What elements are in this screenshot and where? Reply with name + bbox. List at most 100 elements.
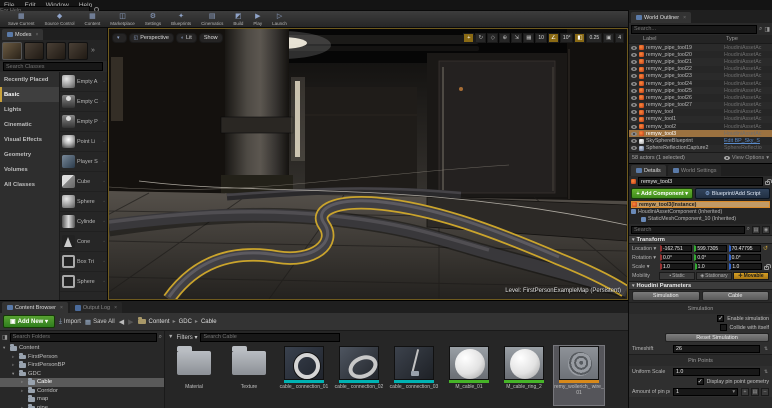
mode-category[interactable]: Volumes [0, 162, 59, 177]
visibility-eye-icon[interactable] [631, 124, 637, 129]
close-icon[interactable]: × [60, 305, 63, 311]
grid-snap-value[interactable]: 10 [535, 32, 547, 43]
scale-x-field[interactable]: 1.0 [660, 263, 693, 270]
placeable-actor-item[interactable]: Cube ◦ [60, 172, 107, 192]
add-pin-point-button[interactable]: + [741, 387, 749, 396]
amount-of-pin-points-dropdown[interactable]: 1 ▾ [673, 387, 738, 396]
toolbar-button[interactable]: ▦ Save Current [3, 11, 40, 27]
outliner-row[interactable]: remyw_tool3 HoudiniAssetAc [629, 130, 772, 138]
mobility-movable-button[interactable]: ✛ Movable [733, 272, 769, 280]
tab-world-outliner[interactable]: World Outliner × [631, 12, 691, 23]
toolbar-button[interactable]: ◆ Source Control [40, 11, 80, 27]
toolbar-button[interactable]: ◫ Marketplace [105, 11, 140, 27]
tab-details[interactable]: Details [631, 165, 666, 176]
expand-arrow-icon[interactable] [21, 379, 26, 385]
asset-tile[interactable]: cable_ connection_01 [279, 346, 329, 405]
asset-tile[interactable]: M_cable_01 [444, 346, 494, 405]
camera-speed-value[interactable]: 4 [615, 32, 624, 43]
outliner-row[interactable]: remyw_pipe_tool20 HoudiniAssetAc [629, 51, 772, 58]
placeable-actor-item[interactable]: Empty P ◦ [60, 112, 107, 132]
expand-arrow-icon[interactable] [12, 354, 17, 360]
visibility-eye-icon[interactable] [631, 74, 637, 79]
breadcrumb-gdc[interactable]: GDC [179, 319, 192, 325]
perspective-dropdown[interactable]: ◱ Perspective [128, 32, 174, 43]
toolbar-button[interactable]: ▦ Content [80, 11, 106, 27]
outliner-row[interactable]: remyw_tool1 HoudiniAssetAc [629, 115, 772, 124]
mobility-static-button[interactable]: ▪ Static [659, 272, 695, 280]
level-viewport[interactable]: ▾ ◱ Perspective ◐ Lit Show + ↻ ◇ ⊕ ⇲ ▦ 10 … [108, 28, 628, 300]
expand-arrow-icon[interactable] [3, 345, 8, 351]
placeable-actor-item[interactable]: Sphere ◦ [60, 192, 107, 212]
visibility-eye-icon[interactable] [631, 146, 637, 151]
tab-output-log[interactable]: Output Log × [69, 302, 123, 313]
visibility-eye-icon[interactable] [631, 131, 637, 136]
scale-label[interactable]: Scale ▾ [632, 264, 658, 270]
scale-snap-value[interactable]: 0.25 [586, 32, 603, 43]
component-row[interactable]: remyw_tool3(Instance) [631, 201, 770, 209]
placeable-actor-item[interactable]: Player S ◦ [60, 152, 107, 172]
mode-category[interactable]: Cinematic [0, 117, 59, 132]
visibility-eye-icon[interactable] [631, 117, 637, 122]
foliage-mode-icon[interactable] [68, 41, 88, 60]
visibility-eye-icon[interactable] [631, 103, 637, 108]
location-label[interactable]: Location ▾ [632, 246, 658, 252]
display-options-icon[interactable]: ◉ [762, 225, 770, 234]
toolbar-button[interactable]: ▤ Cinematics [196, 11, 228, 27]
houdini-tab-simulation[interactable]: Simulation [632, 291, 700, 301]
visibility-eye-icon[interactable] [631, 139, 637, 144]
asset-tile[interactable]: Material [169, 346, 219, 405]
search-folders-input[interactable] [9, 332, 157, 342]
placeable-actor-item[interactable]: Box Tri ◦ [60, 252, 107, 272]
toolbar-button[interactable]: ⚙ Settings [140, 11, 166, 27]
outliner-filter-icon[interactable]: ◨ [764, 26, 770, 33]
close-icon[interactable]: × [114, 305, 117, 311]
outliner-row[interactable]: remyw_pipe_tool22 HoudiniAssetAc [629, 66, 772, 73]
placeable-actor-item[interactable]: Empty A ◦ [60, 72, 107, 92]
view-options-button[interactable]: View Options ▾ [723, 155, 769, 161]
folder-tree-item[interactable]: Cable [0, 378, 164, 387]
rotation-snap-icon[interactable]: ∠ [547, 32, 559, 43]
visibility-eye-icon[interactable] [631, 59, 637, 64]
drag-handle-icon[interactable]: ◦ [103, 219, 105, 225]
scale-y-field[interactable]: 1.0 [694, 263, 728, 270]
folder-tree-item[interactable]: GDC [0, 369, 164, 379]
folder-tree-item[interactable]: FirstPerson [0, 352, 164, 362]
forward-arrow-icon[interactable]: ▶ [128, 318, 133, 326]
expand-arrow-icon[interactable] [12, 371, 17, 377]
blueprint-add-script-button[interactable]: ⚙ Blueprint/Add Script [695, 188, 770, 199]
asset-tile[interactable]: remy_wollerich_ wire_01 [553, 345, 605, 406]
reset-to-default-icon[interactable]: ↺ [763, 245, 769, 252]
asset-tile[interactable]: M_cable_ring_2 [499, 346, 549, 405]
drag-handle-icon[interactable]: ◦ [103, 199, 105, 205]
delete-pin-point-button[interactable]: – [761, 387, 769, 396]
expand-arrow-icon[interactable] [12, 362, 17, 368]
drag-handle-icon[interactable]: ◦ [103, 159, 105, 165]
outliner-row[interactable]: remyw_pipe_tool21 HoudiniAssetAc [629, 58, 772, 66]
placeable-actor-item[interactable]: Cone ◦ [60, 232, 107, 252]
component-row[interactable]: StaticMeshComponent_10 (Inherited) [631, 216, 770, 223]
mode-category[interactable]: Recently Placed [0, 72, 59, 87]
search-classes-input[interactable] [3, 62, 103, 71]
visibility-eye-icon[interactable] [631, 52, 637, 57]
tab-content-browser[interactable]: Content Browser × [2, 302, 68, 313]
rotation-x-field[interactable]: 0.0° [660, 254, 693, 261]
filters-funnel-icon[interactable]: ▼ [168, 334, 173, 340]
enable-simulation-checkbox[interactable] [717, 315, 725, 322]
rotation-y-field[interactable]: 0.0° [694, 254, 727, 261]
filters-button[interactable]: Filters ▾ [176, 334, 197, 341]
value-slider-icon[interactable]: ⇅ [763, 346, 769, 352]
grid-snap-icon[interactable]: ▦ [523, 32, 535, 43]
outliner-row[interactable]: remyw_tool2 HoudiniAssetAc [629, 123, 772, 130]
lock-icon[interactable] [765, 178, 772, 185]
drag-handle-icon[interactable]: ◦ [103, 179, 105, 185]
component-row[interactable]: HoudiniAssetComponent (Inherited) [631, 208, 770, 215]
paint-mode-icon[interactable] [24, 41, 44, 60]
drag-handle-icon[interactable]: ◦ [103, 99, 105, 105]
back-arrow-icon[interactable]: ◀ [119, 318, 124, 326]
outliner-row[interactable]: remyw_pipe_tool23 HoudiniAssetAc [629, 72, 772, 80]
toolbar-button[interactable]: ▶ Play [248, 11, 267, 27]
view-mode-dropdown[interactable]: ◐ Lit [176, 32, 197, 43]
more-modes-chevron-icon[interactable]: » [91, 47, 95, 54]
tab-modes[interactable]: Modes × [2, 29, 44, 40]
details-search-input[interactable] [631, 225, 745, 234]
